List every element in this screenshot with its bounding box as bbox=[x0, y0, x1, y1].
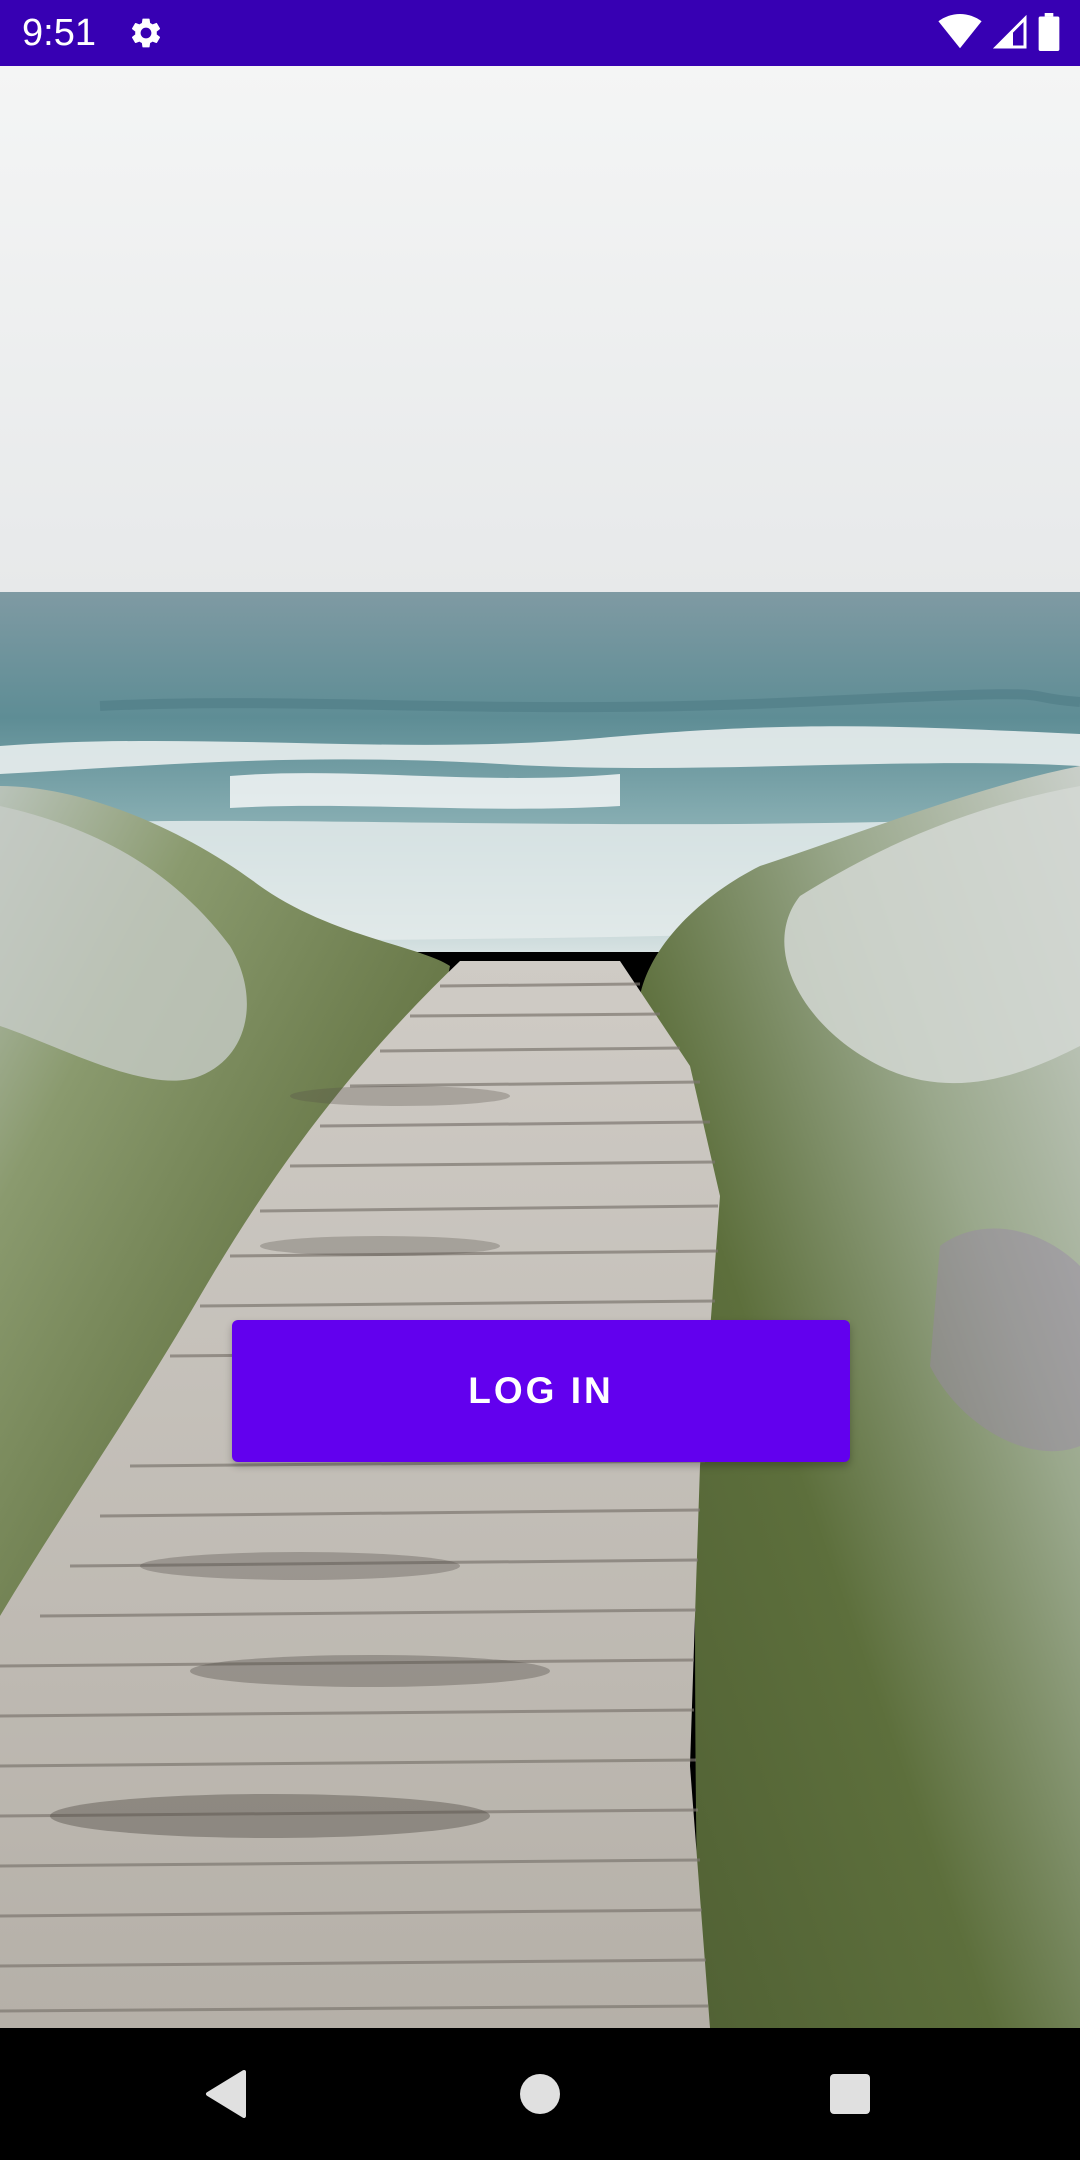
home-circle-icon[interactable] bbox=[510, 2064, 570, 2124]
signal-icon bbox=[992, 14, 1028, 55]
status-bar: 9:51 bbox=[0, 0, 1080, 66]
back-triangle-icon[interactable] bbox=[196, 2064, 256, 2124]
status-time: 9:51 bbox=[22, 12, 96, 54]
login-button[interactable]: LOG IN bbox=[232, 1320, 850, 1462]
gear-icon bbox=[128, 15, 164, 51]
status-icons bbox=[938, 12, 1060, 56]
app-screen: 9:51 LOG IN bbox=[0, 0, 1080, 2160]
recents-square-icon[interactable] bbox=[820, 2064, 880, 2124]
wifi-icon bbox=[938, 13, 982, 55]
battery-icon bbox=[1038, 12, 1060, 56]
background-photo bbox=[0, 66, 1080, 2028]
navigation-bar bbox=[0, 2028, 1080, 2160]
